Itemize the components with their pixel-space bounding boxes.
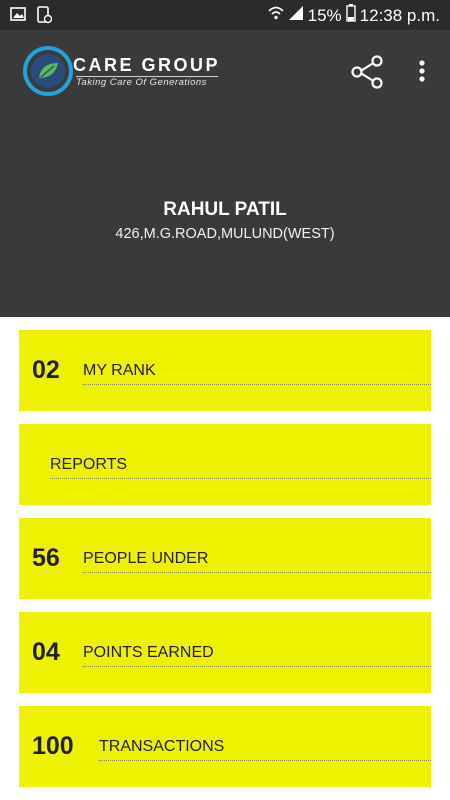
card-transactions[interactable]: 100 TRANSACTIONS <box>19 706 431 787</box>
more-vert-icon <box>419 60 425 82</box>
card-number: 02 <box>32 356 60 384</box>
card-divider <box>50 478 431 479</box>
gallery-notification-icon <box>10 6 26 29</box>
card-label: MY RANK <box>83 362 156 379</box>
card-label: POINTS EARNED <box>83 644 214 661</box>
card-divider <box>99 760 431 761</box>
more-options-button[interactable] <box>412 56 432 88</box>
signal-icon <box>288 5 304 26</box>
brand-name: CARE GROUP <box>73 55 221 75</box>
share-icon <box>351 55 383 89</box>
card-divider <box>83 666 431 667</box>
share-button[interactable] <box>348 53 386 91</box>
card-label: PEOPLE UNDER <box>83 550 209 567</box>
card-divider <box>83 572 431 573</box>
card-points-earned[interactable]: 04 POINTS EARNED <box>19 612 431 693</box>
card-number: 56 <box>32 544 60 572</box>
card-number: 04 <box>32 638 60 666</box>
logo-emblem-icon <box>23 46 73 96</box>
profile-address: 426,M.G.ROAD,MULUND(WEST) <box>115 226 335 242</box>
battery-percent: 15% <box>307 5 342 25</box>
profile-header: CARE GROUP Taking Care Of Generations RA… <box>0 30 450 317</box>
wifi-icon <box>268 5 284 26</box>
clock: 12:38 p.m. <box>359 5 440 25</box>
phone-update-notification-icon <box>36 6 53 29</box>
profile-name: RAHUL PATIL <box>163 199 287 220</box>
battery-icon <box>345 4 356 27</box>
card-label: TRANSACTIONS <box>99 738 225 755</box>
status-bar: 15% 12:38 p.m. <box>0 0 450 30</box>
card-label: REPORTS <box>50 456 128 473</box>
card-number: 100 <box>32 732 74 760</box>
card-reports[interactable]: REPORTS <box>19 424 431 505</box>
card-divider <box>83 384 431 385</box>
card-people-under[interactable]: 56 PEOPLE UNDER <box>19 518 431 599</box>
dashboard-cards: 02 MY RANK REPORTS 56 PEOPLE UNDER 04 PO… <box>0 317 450 800</box>
brand-tagline: Taking Care Of Generations <box>76 77 207 88</box>
card-my-rank[interactable]: 02 MY RANK <box>19 330 431 411</box>
